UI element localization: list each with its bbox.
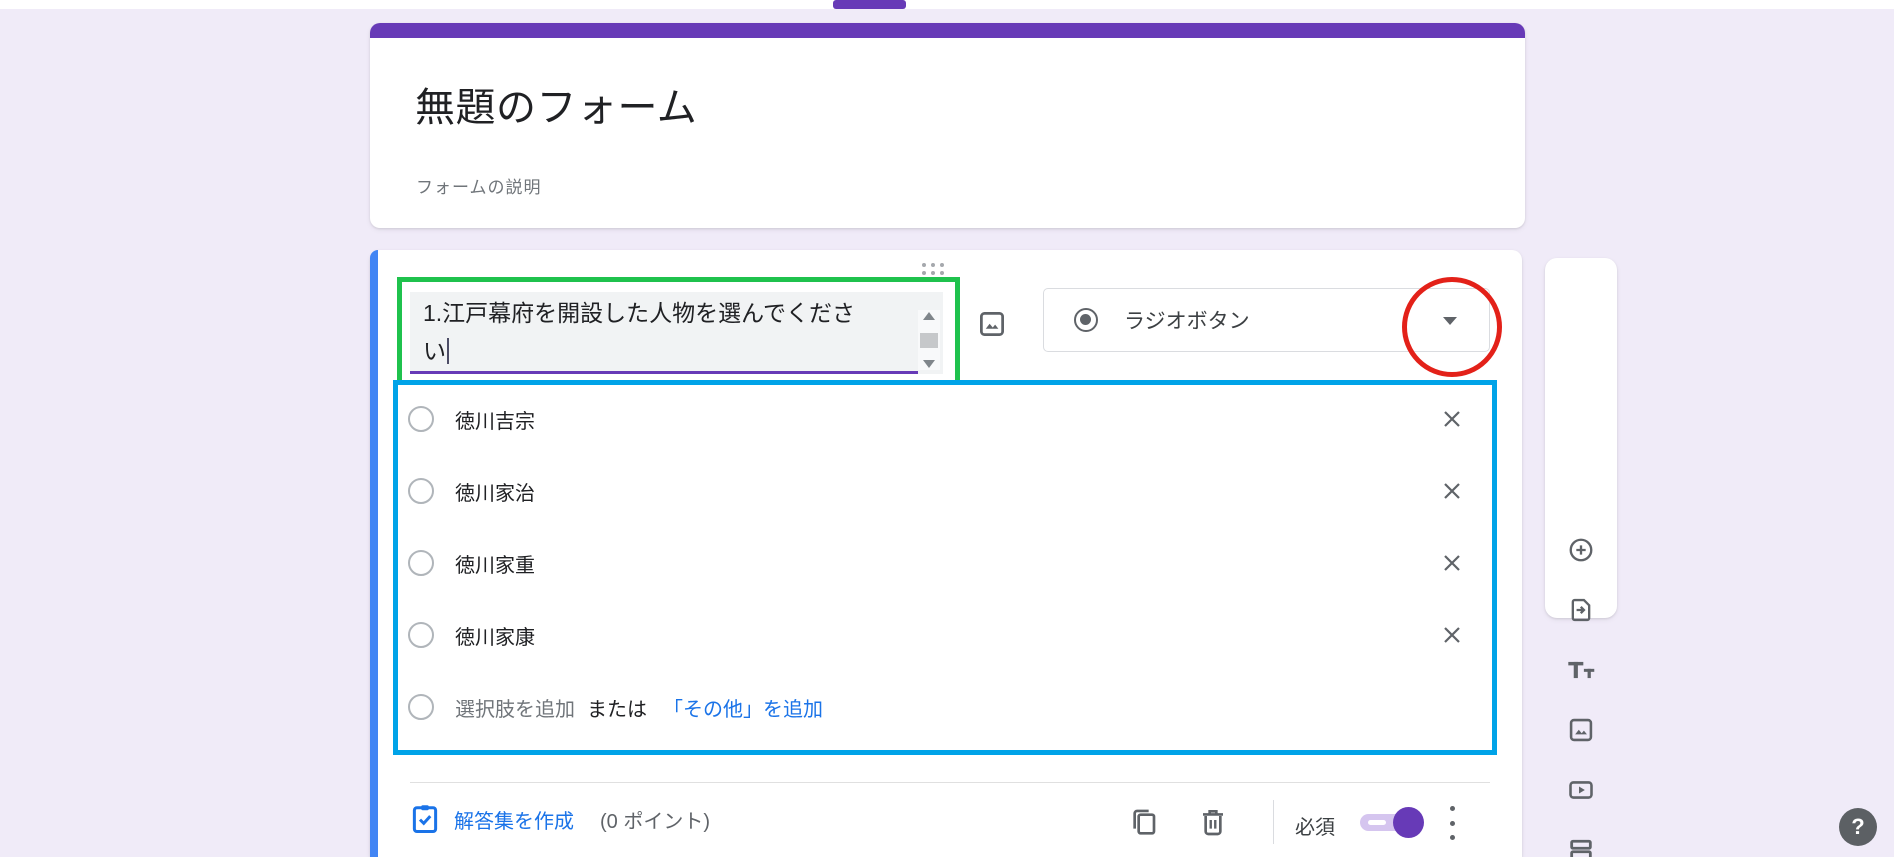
add-section-button[interactable] — [1566, 835, 1596, 857]
answer-key-label: 解答集を作成 — [454, 805, 574, 834]
add-option-button[interactable]: 選択肢を追加 — [455, 693, 575, 722]
radio-circle-icon — [408, 478, 434, 504]
form-title-card: 無題のフォーム フォームの説明 — [370, 23, 1525, 228]
radio-circle-icon — [408, 406, 434, 432]
theme-color-bar — [370, 23, 1525, 38]
close-icon — [1440, 551, 1464, 575]
side-toolbar — [1545, 258, 1617, 618]
chevron-down-icon[interactable] — [1443, 317, 1457, 325]
trash-icon — [1197, 806, 1229, 838]
required-toggle[interactable] — [1360, 814, 1417, 831]
option-row: 徳川家治 — [408, 471, 535, 511]
drag-handle-icon[interactable] — [920, 263, 946, 275]
help-button[interactable]: ? — [1839, 808, 1877, 846]
image-icon — [977, 309, 1007, 339]
scroll-down-icon[interactable] — [923, 360, 935, 368]
add-video-icon — [1567, 776, 1595, 804]
add-option-or-text: または — [587, 693, 647, 722]
option-label[interactable]: 徳川家重 — [455, 549, 535, 578]
remove-option-button[interactable] — [1439, 622, 1465, 648]
question-text-field[interactable]: 1.江戸幕府を開設した人物を選んでください — [410, 292, 943, 374]
footer-separator — [1273, 800, 1274, 844]
add-title-button[interactable] — [1566, 655, 1596, 685]
footer-divider — [410, 782, 1490, 783]
remove-option-button[interactable] — [1439, 478, 1465, 504]
radio-button-icon — [1074, 308, 1098, 332]
form-description-input[interactable]: フォームの説明 — [416, 173, 542, 198]
question-type-label: ラジオボタン — [1124, 305, 1250, 335]
remove-option-button[interactable] — [1439, 406, 1465, 432]
scrollbar-thumb[interactable] — [920, 333, 938, 348]
scroll-up-icon[interactable] — [923, 312, 935, 320]
close-icon — [1440, 479, 1464, 503]
add-other-link[interactable]: 「その他」を追加 — [663, 693, 823, 722]
remove-option-button[interactable] — [1439, 550, 1465, 576]
question-text[interactable]: 1.江戸幕府を開設した人物を選んでください — [423, 294, 871, 370]
kebab-menu-icon — [1450, 806, 1455, 811]
option-row: 徳川家康 — [408, 615, 535, 655]
option-row: 徳川家重 — [408, 543, 535, 583]
radio-circle-icon — [408, 694, 434, 720]
add-section-icon — [1567, 836, 1595, 857]
form-title-input[interactable]: 無題のフォーム — [415, 75, 697, 133]
copy-icon — [1128, 806, 1160, 838]
add-option-row: 選択肢を追加 または 「その他」を追加 — [408, 687, 823, 727]
delete-button[interactable] — [1197, 806, 1229, 838]
add-question-button[interactable] — [1566, 535, 1596, 565]
import-questions-icon — [1567, 596, 1595, 624]
option-row: 徳川吉宗 — [408, 399, 535, 439]
required-label: 必須 — [1295, 811, 1335, 840]
add-title-icon — [1566, 656, 1596, 684]
close-icon — [1440, 407, 1464, 431]
image-icon — [1567, 716, 1595, 744]
close-icon — [1440, 623, 1464, 647]
top-purple-tab — [833, 0, 906, 9]
answer-key-icon — [410, 802, 440, 836]
active-question-indicator — [370, 250, 378, 857]
toggle-track-highlight — [1368, 820, 1386, 825]
option-label[interactable]: 徳川家康 — [455, 621, 535, 650]
top-white-strip — [0, 0, 1894, 9]
focus-underline — [410, 371, 918, 374]
radio-circle-icon — [408, 550, 434, 576]
toolbar-add-image-button[interactable] — [1566, 715, 1596, 745]
more-options-button[interactable] — [1447, 806, 1457, 840]
answer-key-button[interactable]: 解答集を作成 (0 ポイント) — [410, 802, 710, 836]
toggle-knob[interactable] — [1393, 807, 1424, 838]
add-image-button[interactable] — [976, 308, 1008, 340]
google-forms-editor: 無題のフォーム フォームの説明 1.江戸幕府を開設した人物を選んでください ラジ… — [0, 0, 1894, 857]
add-question-icon — [1567, 536, 1595, 564]
radio-circle-icon — [408, 622, 434, 648]
option-label[interactable]: 徳川家治 — [455, 477, 535, 506]
option-label[interactable]: 徳川吉宗 — [455, 405, 535, 434]
duplicate-button[interactable] — [1128, 806, 1160, 838]
help-icon: ? — [1851, 814, 1864, 840]
textarea-scrollbar[interactable] — [918, 310, 940, 370]
import-questions-button[interactable] — [1566, 595, 1596, 625]
points-label: (0 ポイント) — [600, 805, 710, 834]
text-cursor — [447, 338, 449, 364]
question-type-dropdown[interactable]: ラジオボタン — [1043, 288, 1490, 352]
add-video-button[interactable] — [1566, 775, 1596, 805]
